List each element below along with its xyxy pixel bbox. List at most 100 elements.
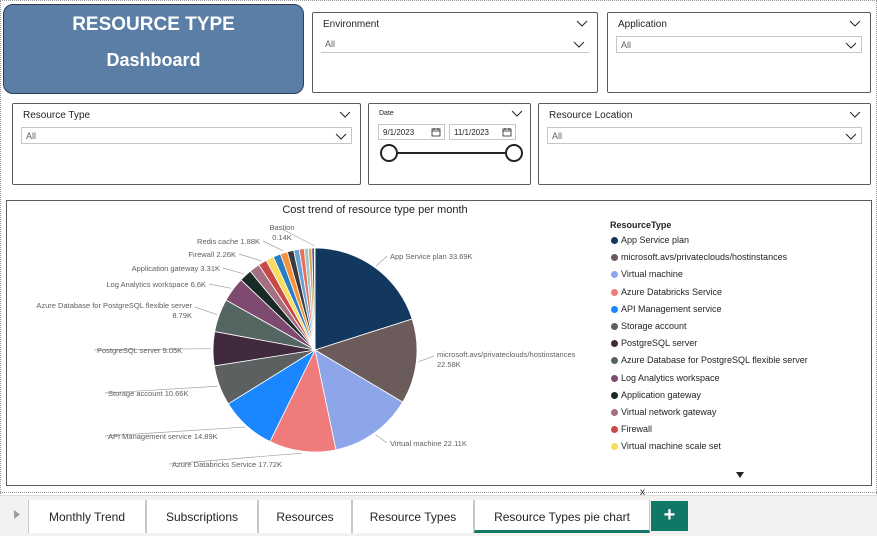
page-border — [0, 492, 877, 493]
environment-value: All — [325, 39, 336, 49]
chevron-down-icon[interactable] — [849, 18, 861, 28]
date-range-end-handle[interactable] — [505, 144, 523, 162]
pie-data-label: microsoft.avs/privateclouds/hostinstance… — [437, 350, 576, 359]
date-range-slider-track[interactable] — [389, 152, 515, 154]
legend-label: Azure Databricks Service — [621, 286, 723, 297]
date-slicer: Date 9/1/2023 11/1/2023 — [368, 103, 531, 185]
environment-dropdown[interactable]: All — [321, 36, 589, 53]
tab-resource-types[interactable]: Resource Types — [352, 500, 474, 533]
pie-slice[interactable] — [314, 247, 316, 351]
resource-type-value: All — [26, 131, 37, 141]
chevron-down-icon[interactable] — [511, 108, 523, 118]
legend-marker — [611, 409, 618, 416]
legend-marker — [611, 374, 618, 382]
scroll-down-icon[interactable] — [736, 472, 744, 478]
pie-data-label: Storage account 10.66K — [108, 389, 188, 398]
pie-data-label: Virtual machine 22.11K — [390, 439, 467, 448]
pie-leader-line — [208, 283, 232, 289]
pie-chart-visual[interactable]: Cost trend of resource type per month Ap… — [6, 200, 872, 486]
pie-data-label: 8.79K — [172, 311, 192, 320]
pie-data-label: Application gateway 3.31K — [132, 264, 220, 273]
pie-data-label: PostgreSQL server 9.05K — [97, 346, 182, 355]
close-icon[interactable]: x — [640, 488, 645, 498]
legend-label: PostgreSQL server — [621, 338, 698, 349]
chevron-down-icon — [845, 42, 857, 49]
report-canvas: RESOURCE TYPE Dashboard Environment All … — [0, 0, 877, 536]
legend-marker — [611, 288, 618, 296]
resource-type-slicer-label: Resource Type — [23, 110, 91, 121]
pie-data-label: Log Analytics workspace 6.6K — [106, 280, 206, 289]
tab-monthly-trend[interactable]: Monthly Trend — [28, 500, 146, 533]
chevron-down-icon[interactable] — [339, 109, 351, 119]
chevron-down-icon — [335, 133, 347, 140]
tab-resources[interactable]: Resources — [258, 500, 352, 533]
date-slicer-label: Date — [379, 110, 394, 117]
resource-location-dropdown[interactable]: All — [547, 127, 862, 144]
legend-label: Virtual machine — [621, 269, 683, 280]
legend-title: ResourceType — [610, 220, 672, 230]
application-slicer: Application All — [607, 12, 871, 93]
environment-slicer-label: Environment — [323, 19, 380, 30]
title-line1: RESOURCE TYPE — [72, 14, 235, 35]
start-date-value: 9/1/2023 — [383, 128, 415, 137]
legend-label: microsoft.avs/privateclouds/hostinstance… — [621, 252, 788, 263]
pie-data-label: 0.14K — [272, 233, 292, 242]
pie-leader-line — [375, 434, 388, 444]
pie-leader-line — [194, 306, 218, 315]
pie-leader-line — [222, 267, 245, 275]
resource-location-slicer: Resource Location All — [538, 103, 871, 185]
application-dropdown[interactable]: All — [616, 36, 862, 53]
report-page: RESOURCE TYPE Dashboard Environment All … — [0, 0, 877, 494]
resource-type-dropdown[interactable]: All — [21, 127, 352, 144]
resource-location-value: All — [552, 131, 563, 141]
application-value: All — [621, 40, 632, 50]
chevron-down-icon — [845, 133, 857, 140]
chevron-down-icon[interactable] — [576, 18, 588, 28]
pie-leader-line — [262, 240, 284, 252]
pie-data-label: Firewall 2.26K — [188, 250, 236, 259]
legend-label: Storage account — [621, 321, 687, 331]
chevron-down-icon[interactable] — [849, 109, 861, 119]
legend-label: Virtual network gateway — [621, 407, 717, 417]
pie-data-label: Azure Databricks Service 17.72K — [172, 460, 282, 469]
pie-data-label: Redis cache 1.88K — [197, 237, 260, 246]
add-page-button[interactable]: + — [651, 501, 688, 531]
chevron-down-icon — [573, 41, 585, 48]
date-range-start-handle[interactable] — [380, 144, 398, 162]
start-date-input[interactable]: 9/1/2023 — [378, 124, 445, 140]
legend-marker — [611, 391, 618, 399]
pie-leader-line — [238, 253, 262, 262]
calendar-icon[interactable] — [431, 127, 441, 137]
pie-data-label: Bastion — [269, 223, 294, 232]
legend-marker — [611, 323, 618, 330]
pie-data-label: 22.58K — [437, 360, 461, 369]
legend-label: Azure Database for PostgreSQL flexible s… — [621, 355, 808, 366]
tab-resource-types-pie-chart[interactable]: Resource Types pie chart x — [474, 488, 650, 533]
tab-label: Subscriptions — [165, 510, 239, 524]
tab-label: Monthly Trend — [48, 510, 126, 524]
tab-subscriptions[interactable]: Subscriptions — [146, 500, 258, 533]
title-card: RESOURCE TYPE Dashboard — [3, 4, 304, 94]
tab-label: Resources — [276, 510, 334, 524]
end-date-input[interactable]: 11/1/2023 — [449, 124, 516, 140]
pie-leader-line — [418, 355, 435, 363]
pie-chart[interactable]: App Service plan 33.69K microsoft.avs/pri… — [7, 201, 873, 487]
legend-marker — [611, 305, 618, 313]
legend-label: API Management service — [621, 303, 722, 314]
pie-data-label: API Management service 14.89K — [108, 432, 218, 441]
pie-data-label: Azure Database for PostgreSQL flexible s… — [36, 301, 192, 310]
chevron-right-icon[interactable] — [14, 510, 20, 519]
tab-label: Resource Types pie chart — [494, 510, 630, 524]
tab-label: Resource Types — [369, 510, 457, 524]
legend-label: Firewall — [621, 424, 653, 435]
resource-location-slicer-label: Resource Location — [549, 110, 633, 121]
legend-label: Virtual machine scale set — [621, 441, 721, 452]
resource-type-slicer: Resource Type All — [12, 103, 361, 185]
application-slicer-label: Application — [618, 19, 667, 30]
pie-data-label: App Service plan 33.69K — [390, 252, 473, 261]
environment-slicer: Environment All — [312, 12, 598, 93]
page-tab-bar: Monthly Trend Subscriptions Resources Re… — [0, 488, 877, 536]
calendar-icon[interactable] — [502, 127, 512, 137]
end-date-value: 11/1/2023 — [454, 128, 489, 137]
pie-leader-line — [376, 255, 388, 267]
